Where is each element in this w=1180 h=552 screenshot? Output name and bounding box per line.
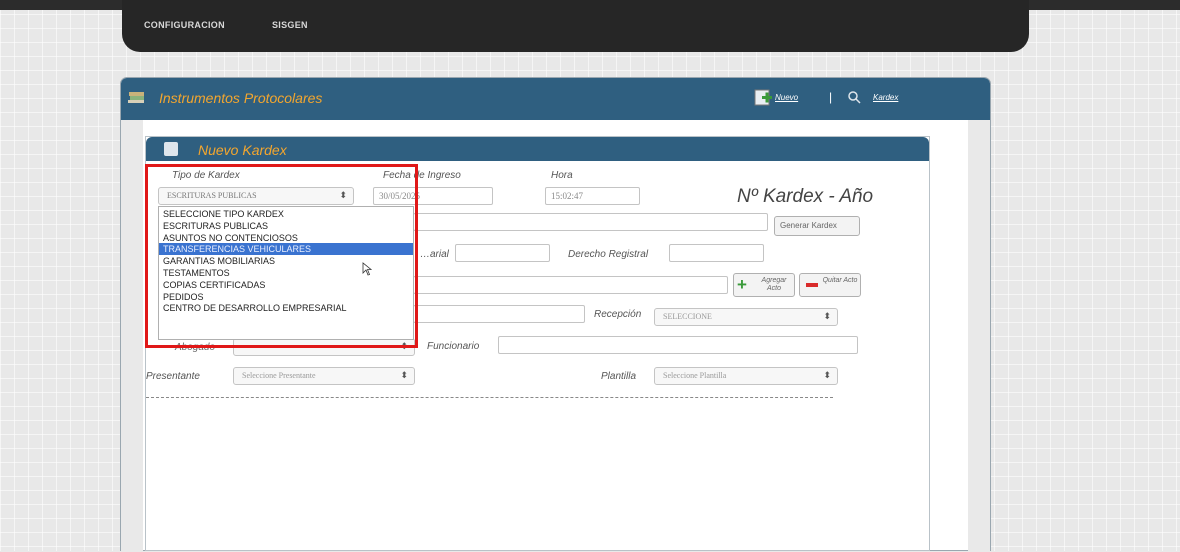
- agregar-acto-button[interactable]: + Agregar Acto: [733, 273, 795, 297]
- funcionario-label: Funcionario: [427, 341, 480, 352]
- agregar-acto-label: Agregar Acto: [761, 277, 787, 292]
- derecho-notarial-field[interactable]: [455, 244, 550, 262]
- new-document-icon[interactable]: [753, 87, 773, 107]
- kardex-number-field[interactable]: [413, 213, 768, 231]
- hora-field[interactable]: 15:02:47: [545, 187, 640, 205]
- main-window-title: Instrumentos Protocolares: [159, 90, 323, 106]
- section-divider: [146, 397, 833, 398]
- recepcion-value: SELECCIONE: [663, 312, 712, 321]
- hora-label: Hora: [551, 170, 573, 181]
- search-icon[interactable]: [847, 90, 861, 104]
- funcionario-field[interactable]: [498, 336, 858, 354]
- chevron-updown-icon: ⬍: [400, 370, 408, 380]
- chevron-updown-icon: ⬍: [823, 370, 831, 380]
- books-icon: [128, 92, 144, 103]
- quitar-acto-button[interactable]: Quitar Acto: [799, 273, 861, 297]
- derecho-registral-field[interactable]: [669, 244, 764, 262]
- acto-field[interactable]: [413, 276, 728, 294]
- form-icon: [164, 142, 178, 156]
- minus-icon: [806, 283, 818, 287]
- nav-configuracion[interactable]: CONFIGURACION: [144, 20, 225, 30]
- quitar-acto-label: Quitar Acto: [822, 277, 858, 284]
- top-navbar: CONFIGURACION SISGEN: [122, 0, 1029, 52]
- chevron-updown-icon: ⬍: [823, 311, 831, 321]
- nuevo-kardex-title: Nuevo Kardex: [198, 142, 287, 158]
- right-gutter: [968, 120, 990, 552]
- generar-kardex-button[interactable]: Generar Kardex: [774, 216, 860, 236]
- recepcion-select[interactable]: SELECCIONE ⬍: [654, 308, 838, 326]
- plus-icon: +: [737, 275, 747, 294]
- header-separator: |: [829, 90, 833, 104]
- plantilla-label: Plantilla: [601, 371, 637, 382]
- derecho-notarial-label: …arial: [420, 249, 449, 260]
- abogado-search-field[interactable]: [413, 305, 585, 323]
- plantilla-value: Seleccione Plantilla: [663, 371, 727, 380]
- nuevo-kardex-header: Nuevo Kardex: [146, 137, 929, 161]
- recepcion-label: Recepción: [594, 309, 642, 320]
- left-gutter: [121, 120, 143, 552]
- nuevo-link[interactable]: Nuevo: [775, 93, 798, 102]
- plantilla-select[interactable]: Seleccione Plantilla ⬍: [654, 367, 838, 385]
- presentante-label: Presentante: [146, 371, 200, 382]
- annotation-highlight-box: [145, 164, 418, 348]
- nav-sisgen[interactable]: SISGEN: [272, 20, 308, 30]
- main-window-header: Instrumentos Protocolares Nuevo | Kardex: [121, 78, 990, 120]
- kardex-number-heading: Nº Kardex - Año: [737, 186, 874, 207]
- derecho-registral-label: Derecho Registral: [568, 249, 649, 260]
- presentante-value: Seleccione Presentante: [242, 371, 316, 380]
- presentante-select[interactable]: Seleccione Presentante ⬍: [233, 367, 415, 385]
- kardex-link[interactable]: Kardex: [873, 93, 898, 102]
